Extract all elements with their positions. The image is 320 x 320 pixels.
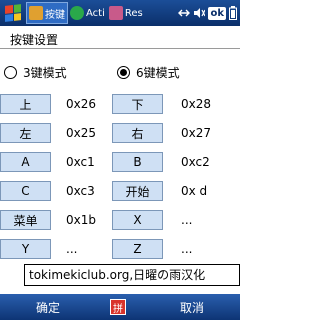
key-button-start[interactable]: 开始 — [112, 181, 163, 201]
cancel-softkey[interactable]: 取消 — [144, 299, 240, 316]
task-resource[interactable]: Res — [107, 2, 145, 24]
menu-bar: 确定 拼 取消 — [0, 294, 240, 320]
key-value-z: ... — [181, 242, 193, 256]
task-label: Acti — [86, 7, 105, 19]
ok-button[interactable]: ok — [208, 6, 226, 20]
radio-6key-mode[interactable]: 6键模式 — [117, 64, 180, 81]
key-button-a[interactable]: A — [0, 152, 51, 172]
radio-label: 3键模式 — [23, 66, 67, 80]
start-button[interactable] — [0, 0, 26, 26]
taskbar: 按键 Acti Res ok — [0, 0, 240, 26]
key-button-z[interactable]: Z — [112, 239, 163, 259]
key-value-left: 0x25 — [66, 126, 97, 140]
system-tray: ok — [178, 6, 240, 20]
volume-icon[interactable] — [193, 7, 206, 19]
key-value-menu: 0x1b — [66, 213, 96, 227]
radio-label: 6键模式 — [136, 66, 180, 80]
connectivity-icon[interactable] — [178, 7, 191, 19]
key-value-c: 0xc3 — [66, 184, 95, 198]
credits-textbox[interactable]: tokimekiclub.org,日曜の雨汉化 — [24, 264, 240, 286]
key-button-menu[interactable]: 菜单 — [0, 210, 51, 230]
title-divider — [0, 48, 240, 49]
key-value-up: 0x26 — [66, 97, 97, 111]
key-button-c[interactable]: C — [0, 181, 51, 201]
key-value-b: 0xc2 — [181, 155, 210, 169]
task-keyconfig[interactable]: 按键 — [26, 2, 68, 24]
key-value-a: 0xc1 — [66, 155, 95, 169]
task-activesync[interactable]: Acti — [68, 2, 107, 24]
key-button-y[interactable]: Y — [0, 239, 51, 259]
radio-circle[interactable] — [4, 66, 17, 79]
key-button-left[interactable]: 左 — [0, 123, 51, 143]
task-label: 按键 — [45, 9, 65, 21]
key-value-right: 0x27 — [181, 126, 212, 140]
activesync-icon — [70, 6, 84, 20]
resource-icon — [108, 6, 123, 20]
radio-dot — [120, 69, 127, 76]
page-title: 按键设置 — [10, 33, 59, 47]
key-value-down: 0x28 — [181, 97, 212, 111]
radio-3key-mode[interactable]: 3键模式 — [4, 64, 67, 81]
radio-circle-selected[interactable] — [117, 66, 130, 79]
app-icon — [29, 6, 43, 20]
key-button-right[interactable]: 右 — [112, 123, 163, 143]
key-value-x: ... — [181, 213, 193, 227]
key-button-up[interactable]: 上 — [0, 94, 51, 114]
key-button-down[interactable]: 下 — [112, 94, 163, 114]
task-label: Res — [124, 7, 143, 19]
key-button-x[interactable]: X — [112, 210, 163, 230]
confirm-softkey[interactable]: 确定 — [0, 299, 96, 316]
input-method-icon[interactable]: 拼 — [110, 299, 126, 315]
key-value-y: ... — [66, 242, 78, 256]
key-value-start: 0x d — [181, 184, 208, 198]
key-button-b[interactable]: B — [112, 152, 163, 172]
battery-icon[interactable] — [229, 6, 237, 20]
windows-flag-icon — [5, 4, 21, 22]
